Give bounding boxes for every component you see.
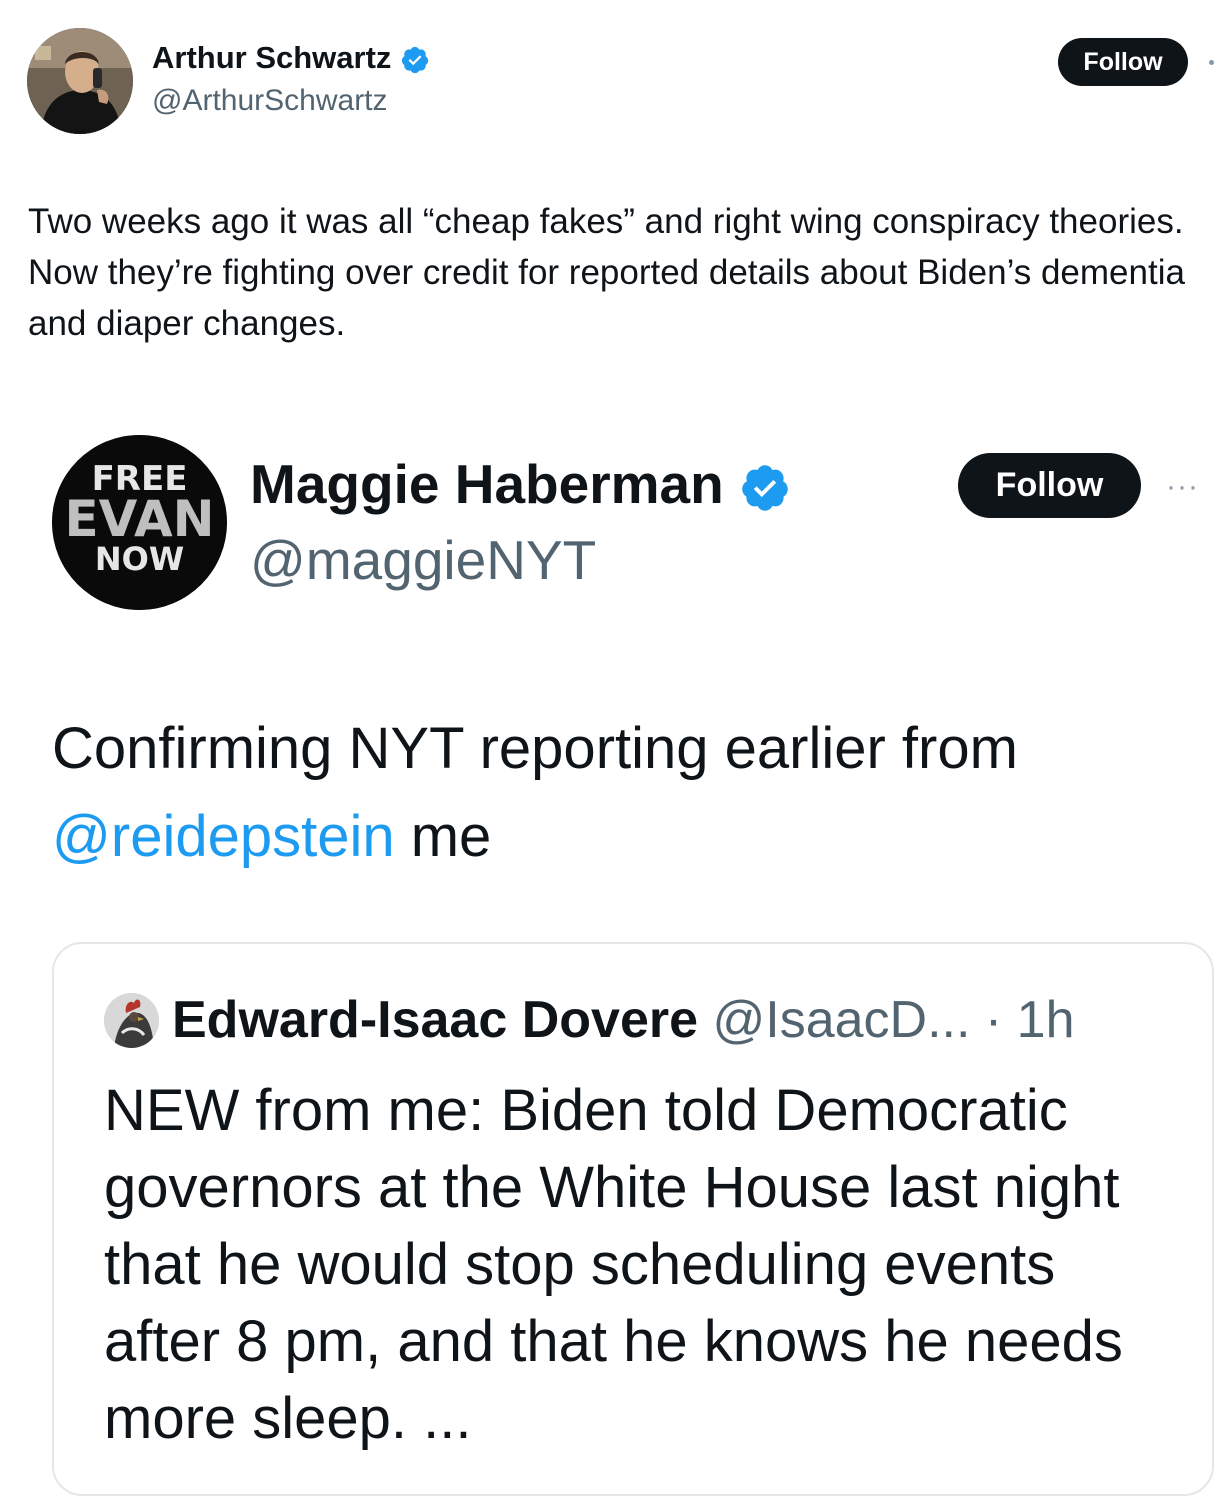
- quoted-handle-time: @IsaacD... · 1h: [698, 991, 1075, 1049]
- verified-badge-icon: [401, 46, 429, 73]
- mention-link: @reidepstein: [52, 804, 395, 869]
- embedded-author-handle: @maggieNYT: [250, 529, 597, 591]
- avatar-arthur-schwartz[interactable]: [27, 28, 133, 134]
- embedded-text-before: Confirming NYT reporting earlier from: [52, 716, 1018, 781]
- tweet-text: Two weeks ago it was all “cheap fakes” a…: [28, 202, 1185, 343]
- author-name[interactable]: Arthur Schwartz: [152, 40, 430, 76]
- author-handle[interactable]: @ArthurSchwartz: [152, 84, 388, 118]
- more-dots-icon[interactable]: [1209, 60, 1214, 65]
- embedded-author-name: Maggie Haberman: [250, 452, 791, 516]
- embedded-author-name-text: Maggie Haberman: [250, 453, 724, 515]
- avatar-edward-isaac-dovere: [104, 993, 159, 1048]
- avatar-maggie-haberman: FREE EVAN NOW: [52, 435, 227, 610]
- quoted-tweet-text: NEW from me: Biden told Democratic gover…: [104, 1078, 1123, 1451]
- embedded-text-after: me: [394, 804, 492, 869]
- embedded-follow-button: Follow: [958, 453, 1141, 518]
- quoted-author-name: Edward-Isaac Dovere: [172, 991, 699, 1049]
- embedded-tweet-text: Confirming NYT reporting earlier from @r…: [52, 705, 1192, 881]
- free-evan-now-logo: FREE EVAN NOW: [52, 435, 227, 610]
- follow-button[interactable]: Follow: [1058, 38, 1188, 86]
- quoted-tweet-header: Edward-Isaac Dovere @IsaacD... · 1h: [172, 990, 1075, 1050]
- more-dots-icon: ···: [1166, 470, 1199, 503]
- author-name-text[interactable]: Arthur Schwartz: [152, 40, 391, 75]
- rooster-avatar-photo: [104, 993, 159, 1048]
- verified-badge-icon: [742, 465, 788, 512]
- avatar-text-now: NOW: [95, 540, 184, 578]
- avatar-photo: [27, 28, 133, 134]
